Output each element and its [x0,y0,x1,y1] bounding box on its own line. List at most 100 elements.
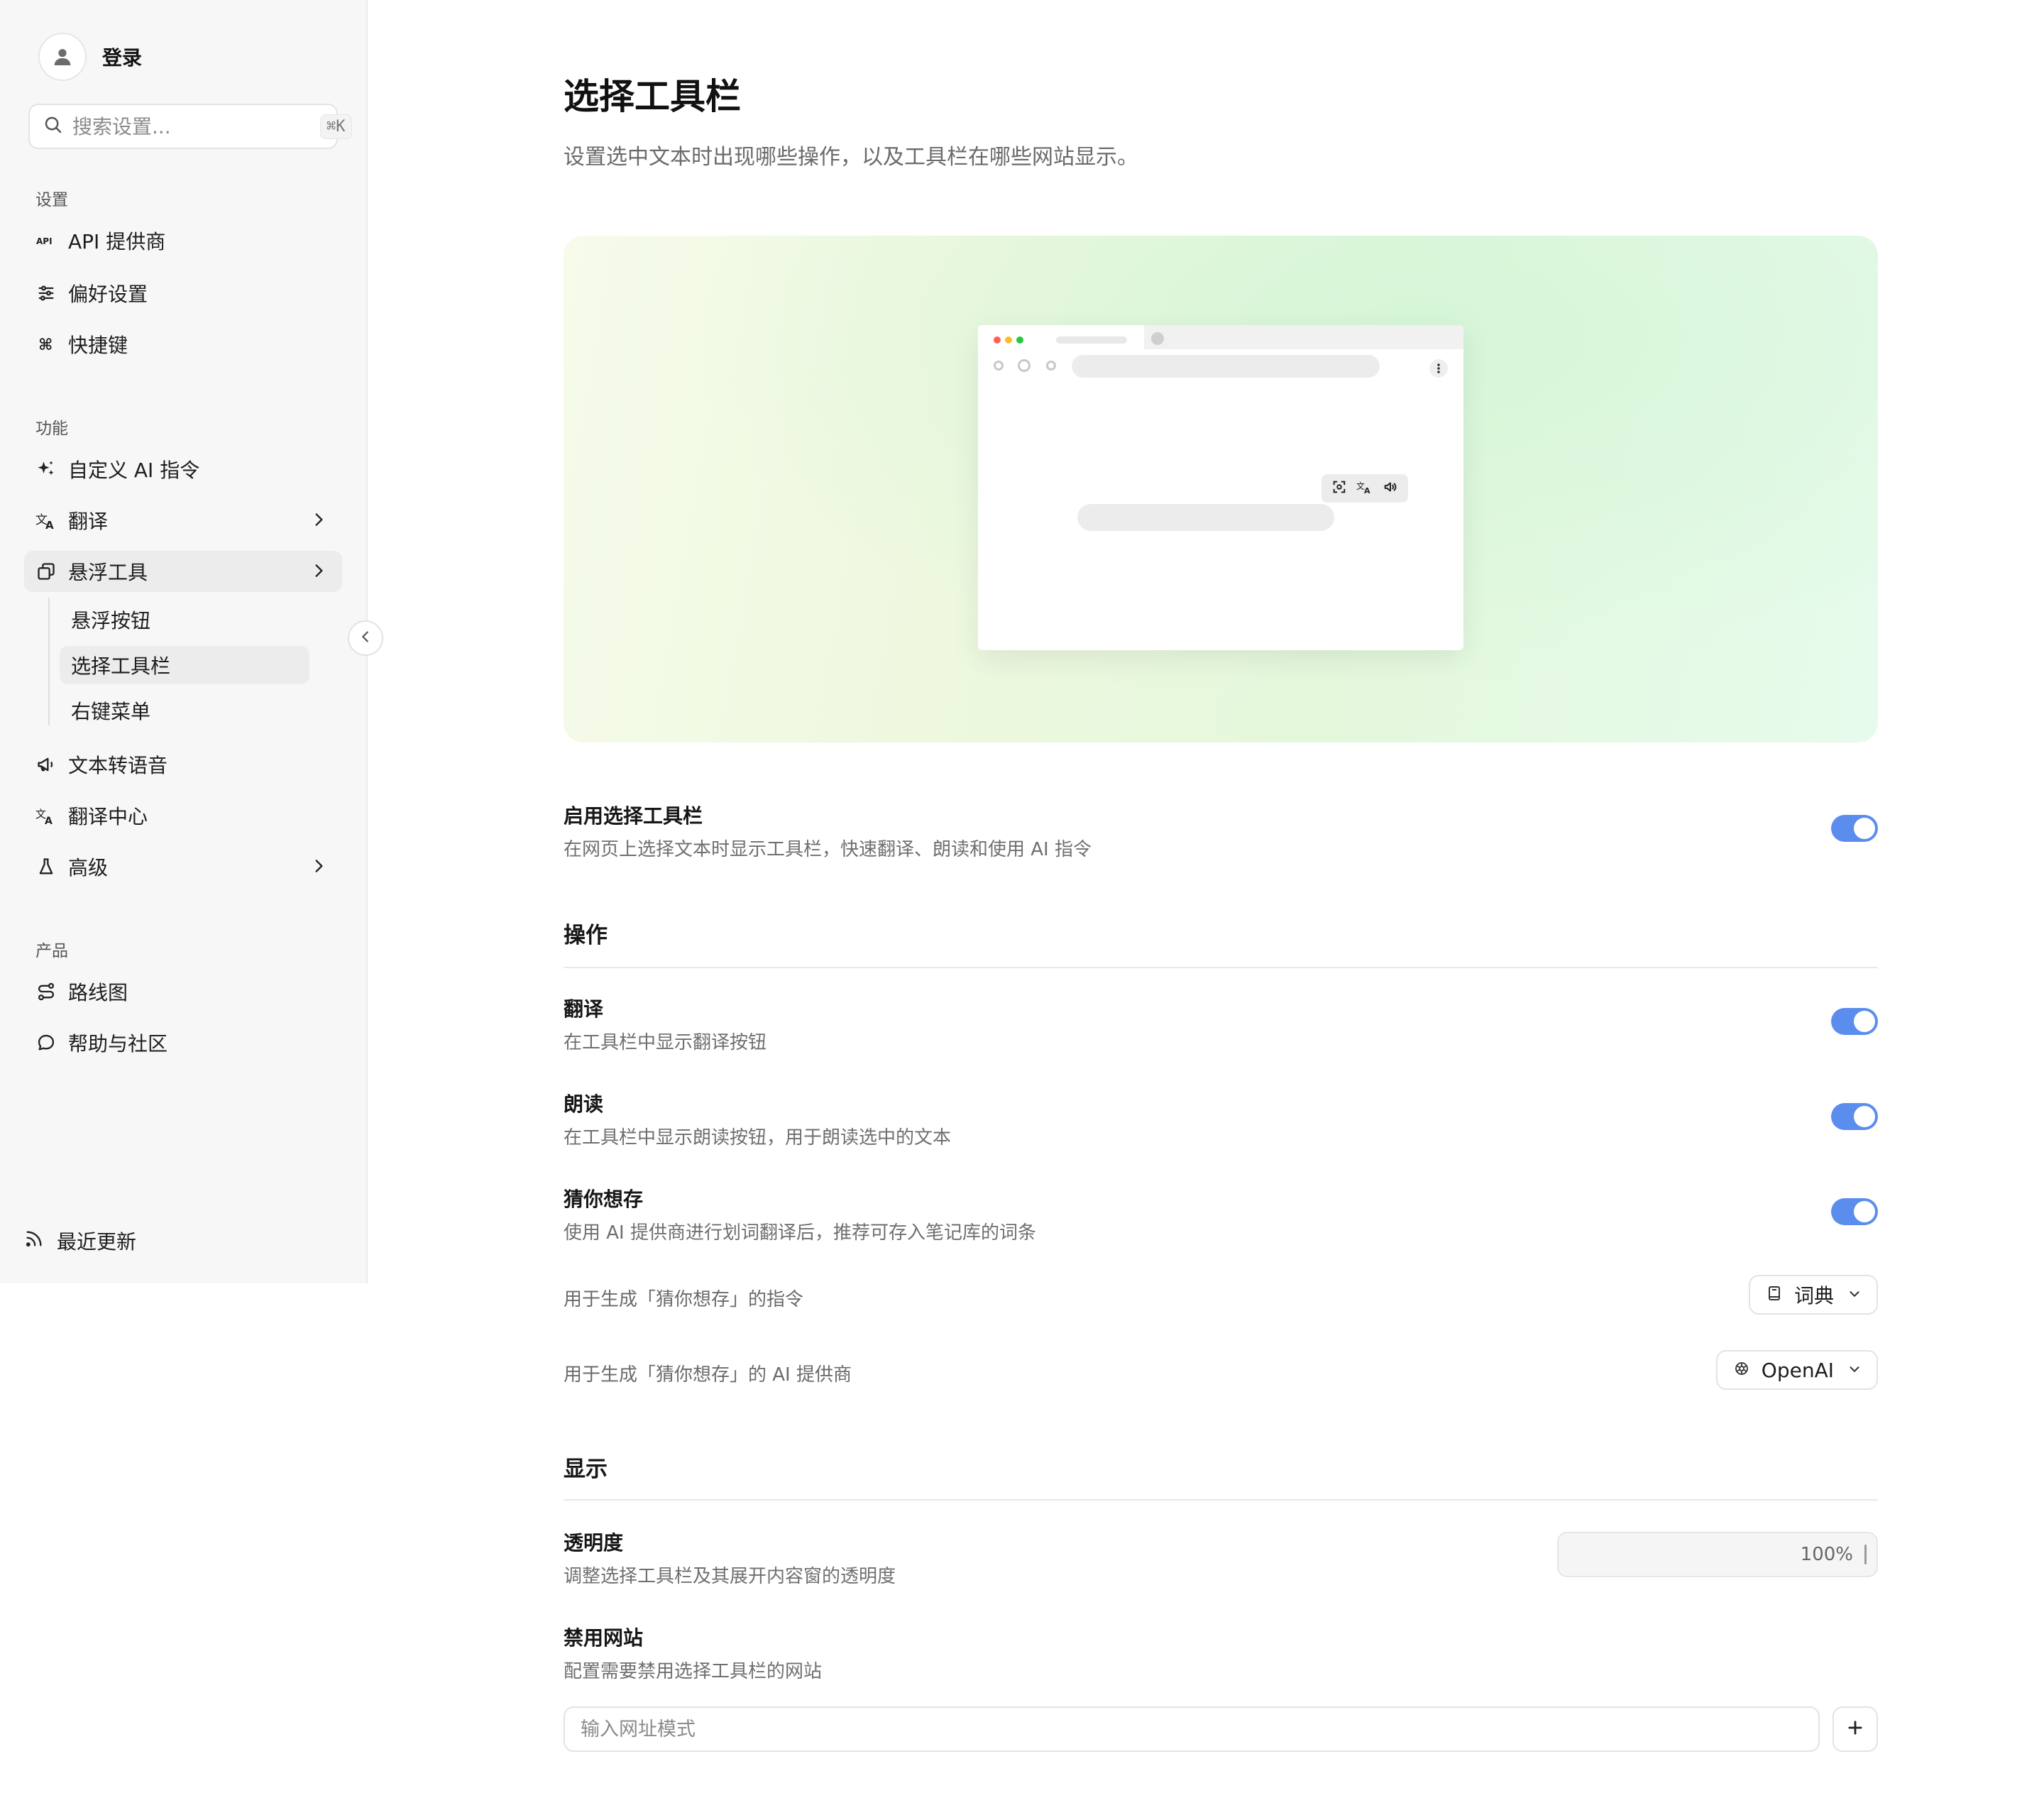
section-label-product: 产品 [35,942,68,960]
sidebar-item-help[interactable]: 帮助与社区 [24,1022,342,1063]
login-label: 登录 [102,46,143,70]
speaker-icon [1383,479,1398,498]
mock-menu-icon [1429,359,1448,378]
sidebar-item-label: 帮助与社区 [68,1032,168,1056]
mock-selected-text [1077,504,1334,531]
sidebar-item-label: 路线图 [68,981,128,1004]
opacity-slider[interactable]: 100% [1557,1532,1878,1577]
translate-toggle[interactable] [1831,1008,1878,1035]
svg-text:A: A [1364,486,1370,495]
sidebar-item-translation-hub[interactable]: 文A 翻译中心 [24,795,342,836]
chevron-right-icon [309,561,328,585]
enable-toolbar-title: 启用选择工具栏 [564,804,703,828]
guess-save-toggle[interactable] [1831,1198,1878,1225]
sidebar-subitem-selection-toolbar[interactable]: 选择工具栏 [60,646,309,684]
sidebar-item-translate[interactable]: 文A 翻译 [24,500,342,541]
chevron-down-icon [1847,1283,1862,1307]
user-icon [38,33,87,81]
openai-icon [1733,1359,1750,1382]
guess-save-option-description: 使用 AI 提供商进行划词翻译后，推荐可存入笔记库的词条 [564,1222,1036,1244]
browser-mockup: 文A [978,325,1463,650]
rss-icon [24,1229,44,1254]
sidebar-item-api[interactable]: API API 提供商 [24,220,342,261]
megaphone-icon [35,754,57,775]
display-divider [564,1499,1878,1501]
sidebar-subitem-context-menu[interactable]: 右键菜单 [60,691,309,730]
window-maximize-dot [1016,336,1023,344]
mock-tab-title [1056,336,1127,344]
chat-bubble-icon [35,1032,57,1053]
enable-toolbar-toggle[interactable] [1831,815,1878,842]
guess-save-provider-label: 用于生成「猜你想存」的 AI 提供商 [564,1364,852,1386]
sidebar-item-advanced[interactable]: 高级 [24,846,342,887]
search-box[interactable]: ⌘K [28,104,352,149]
opacity-description: 调整选择工具栏及其展开内容窗的透明度 [564,1566,896,1587]
sidebar: 登录 ⌘K 设置 API API 提供商 偏好设置 ⌘ 快捷键 功能 自定义 A… [0,0,368,1283]
login-button[interactable]: 登录 [38,33,142,81]
command-icon: ⌘ [35,334,57,355]
recent-updates-link[interactable]: 最近更新 [24,1227,136,1255]
opacity-value: 100% [1800,1544,1853,1565]
url-pattern-input[interactable] [564,1706,1820,1752]
svg-text:API: API [36,236,53,246]
sidebar-item-label: 悬浮工具 [68,561,148,584]
mock-home-icon [1018,359,1031,372]
blocked-sites-title: 禁用网站 [564,1626,644,1650]
sidebar-item-preferences[interactable]: 偏好设置 [24,273,342,314]
translate-icon: 文A [35,510,57,531]
guess-save-prompt-label: 用于生成「猜你想存」的指令 [564,1289,804,1310]
chevron-left-icon [358,629,373,647]
read-aloud-option-description: 在工具栏中显示朗读按钮，用于朗读选中的文本 [564,1127,952,1149]
sidebar-item-shortcuts[interactable]: ⌘ 快捷键 [24,324,342,365]
guess-save-provider-select[interactable]: OpenAI [1715,1350,1878,1390]
collapse-sidebar-button[interactable] [348,620,383,656]
read-aloud-toggle[interactable] [1831,1103,1878,1130]
sidebar-item-tts[interactable]: 文本转语音 [24,744,342,785]
plus-icon [1845,1718,1865,1740]
guess-save-prompt-select[interactable]: 词典 [1748,1275,1878,1315]
api-icon: API [35,230,57,251]
translate-option-title: 翻译 [564,997,604,1021]
sidebar-item-floating-tools[interactable]: 悬浮工具 [24,551,342,592]
sidebar-item-label: 文本转语音 [68,754,168,777]
recent-updates-label: 最近更新 [57,1230,137,1254]
mock-selection-toolbar: 文A [1322,474,1408,503]
read-aloud-option-title: 朗读 [564,1092,604,1116]
opacity-slider-handle[interactable] [1864,1545,1867,1564]
chevron-right-icon [309,857,328,880]
mock-back-icon [994,361,1004,371]
chevron-down-icon [1847,1359,1862,1382]
book-icon [1766,1283,1783,1307]
sidebar-item-label: 自定义 AI 指令 [68,459,200,482]
page-description: 设置选中文本时出现哪些操作，以及工具栏在哪些网站显示。 [564,145,1138,170]
page-title: 选择工具栏 [564,76,741,117]
blocked-sites-description: 配置需要禁用选择工具栏的网站 [564,1661,823,1682]
mock-forward-icon [1046,361,1056,371]
opacity-title: 透明度 [564,1531,624,1555]
preview-illustration: 文A [564,236,1878,742]
svg-text:A: A [45,519,54,531]
sidebar-item-custom-ai[interactable]: 自定义 AI 指令 [24,449,342,490]
section-label-settings: 设置 [35,191,68,209]
translate-option-description: 在工具栏中显示翻译按钮 [564,1032,767,1053]
sidebar-item-label: 翻译 [68,510,109,533]
submenu-guide-line [48,598,50,725]
sidebar-item-label: 高级 [68,856,109,879]
search-shortcut-badge: ⌘K [320,114,352,139]
sidebar-item-label: 翻译中心 [68,805,148,828]
sidebar-subitem-floating-button[interactable]: 悬浮按钮 [60,601,309,639]
display-group-title: 显示 [564,1457,608,1482]
actions-divider [564,967,1878,968]
sidebar-item-roadmap[interactable]: 路线图 [24,971,342,1012]
enable-toolbar-description: 在网页上选择文本时显示工具栏，快速翻译、朗读和使用 AI 指令 [564,839,1092,860]
guess-save-prompt-value: 词典 [1793,1284,1834,1308]
actions-group-title: 操作 [564,923,608,948]
language-icon: 文A [35,805,57,826]
scan-icon [1331,479,1347,498]
translate-icon: 文A [1356,479,1373,498]
sidebar-item-label: 快捷键 [68,334,128,357]
search-input[interactable] [72,114,320,138]
add-url-button[interactable] [1833,1706,1878,1752]
mock-address-bar [1072,355,1380,378]
sidebar-item-label: API 提供商 [68,230,166,253]
